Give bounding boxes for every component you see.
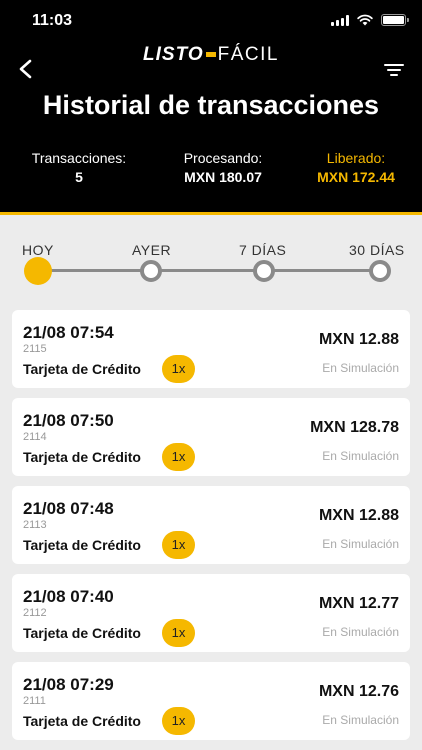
- transaction-date: 21/08 07:54: [23, 323, 114, 342]
- payment-method: Tarjeta de Crédito: [23, 361, 141, 377]
- period-node-30-dias[interactable]: [369, 260, 391, 282]
- period-track: [40, 269, 380, 272]
- transaction-amount: MXN 12.77: [318, 595, 399, 612]
- transaction-id: 2114: [23, 431, 47, 443]
- stat-processing-value: MXN 180.07: [184, 169, 262, 185]
- wifi-icon: [357, 14, 373, 26]
- logo-text-listo: LISTO: [143, 44, 204, 65]
- period-label-hoy[interactable]: HOY: [22, 242, 54, 258]
- period-label-ayer[interactable]: AYER: [132, 242, 171, 258]
- stat-released: Liberado: MXN 172.44: [305, 150, 407, 185]
- transaction-date: 21/08 07:29: [23, 675, 114, 694]
- stat-released-label: Liberado:: [326, 150, 386, 166]
- status-time: 11:03: [32, 12, 73, 29]
- transaction-date: 21/08 07:40: [23, 587, 114, 606]
- transaction-status: En Simulación: [322, 713, 399, 727]
- period-selector: HOY AYER 7 DÍAS 30 DÍAS: [0, 236, 422, 286]
- period-node-hoy[interactable]: [24, 257, 52, 285]
- transaction-card[interactable]: 21/08 07:29 2111 Tarjeta de Crédito 1x M…: [12, 662, 410, 740]
- stat-released-value: MXN 172.44: [317, 169, 395, 185]
- stat-transactions: Transacciones: 5: [18, 150, 140, 185]
- stat-processing-label: Procesando:: [183, 150, 263, 166]
- transaction-amount: MXN 12.88: [318, 331, 399, 348]
- page-title: Historial de transacciones: [42, 90, 380, 120]
- installments-badge: 1x: [162, 355, 195, 383]
- transaction-card[interactable]: 21/08 07:50 2114 Tarjeta de Crédito 1x M…: [12, 398, 410, 476]
- transaction-card[interactable]: 21/08 07:48 2113 Tarjeta de Crédito 1x M…: [12, 486, 410, 564]
- transaction-id: 2111: [23, 695, 46, 707]
- header-accent-line: [0, 212, 422, 215]
- back-icon[interactable]: [16, 58, 36, 80]
- period-node-7-dias[interactable]: [253, 260, 275, 282]
- stat-transactions-label: Transacciones:: [31, 150, 127, 166]
- transaction-id: 2112: [23, 607, 47, 619]
- filter-icon[interactable]: [384, 63, 404, 77]
- battery-icon: [381, 14, 409, 26]
- transaction-status: En Simulación: [322, 361, 399, 375]
- transaction-date: 21/08 07:50: [23, 411, 114, 430]
- stat-transactions-value: 5: [75, 169, 83, 185]
- period-label-30-dias[interactable]: 30 DÍAS: [349, 242, 405, 258]
- transaction-amount: MXN 12.88: [318, 507, 399, 524]
- status-icons: [331, 14, 409, 26]
- transaction-list: 21/08 07:54 2115 Tarjeta de Crédito 1x M…: [12, 310, 410, 750]
- transaction-status: En Simulación: [322, 449, 399, 463]
- installments-badge: 1x: [162, 531, 195, 559]
- payment-method: Tarjeta de Crédito: [23, 537, 141, 553]
- period-node-ayer[interactable]: [140, 260, 162, 282]
- logo-text-facil: FÁCIL: [217, 44, 279, 65]
- app-header: 11:03 LISTO FÁCIL Historial de transaccio…: [0, 0, 422, 212]
- signal-icon: [331, 14, 349, 26]
- transaction-date: 21/08 07:48: [23, 499, 114, 518]
- payment-method: Tarjeta de Crédito: [23, 449, 141, 465]
- transaction-id: 2113: [23, 519, 47, 531]
- transaction-amount: MXN 12.76: [318, 683, 399, 700]
- transaction-card[interactable]: 21/08 07:54 2115 Tarjeta de Crédito 1x M…: [12, 310, 410, 388]
- installments-badge: 1x: [162, 619, 195, 647]
- installments-badge: 1x: [162, 443, 195, 471]
- transaction-status: En Simulación: [322, 537, 399, 551]
- brand-logo: LISTO FÁCIL: [0, 44, 422, 66]
- transaction-id: 2115: [23, 343, 47, 355]
- stat-processing: Procesando: MXN 180.07: [165, 150, 281, 185]
- installments-badge: 1x: [162, 707, 195, 735]
- period-label-7-dias[interactable]: 7 DÍAS: [239, 242, 286, 258]
- transaction-status: En Simulación: [322, 625, 399, 639]
- payment-method: Tarjeta de Crédito: [23, 713, 141, 729]
- status-bar: 11:03: [0, 0, 422, 44]
- payment-method: Tarjeta de Crédito: [23, 625, 141, 641]
- transaction-amount: MXN 128.78: [310, 419, 399, 436]
- transaction-card[interactable]: 21/08 07:40 2112 Tarjeta de Crédito 1x M…: [12, 574, 410, 652]
